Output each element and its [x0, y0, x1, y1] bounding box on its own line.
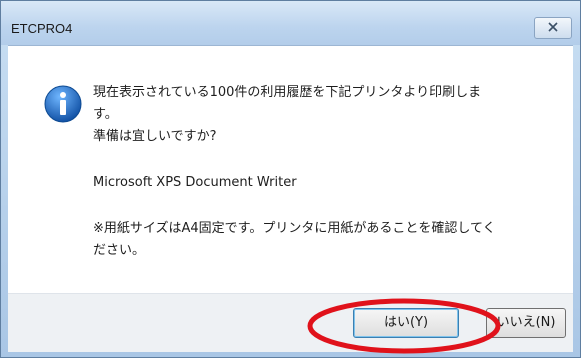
close-button[interactable] — [534, 17, 572, 39]
window-title: ETCPRO4 — [11, 21, 73, 36]
message-line-1: 現在表示されている100件の利用履歴を下記プリンタより印刷しま — [93, 85, 482, 100]
yes-button[interactable]: はい(Y) — [353, 308, 459, 338]
button-bar: はい(Y) いいえ(N) — [8, 293, 573, 352]
title-bar[interactable]: ETCPRO4 — [1, 1, 580, 45]
note-line-1: ※用紙サイズはA4固定です。プリンタに用紙があることを確認してく — [93, 221, 496, 236]
printer-name: Microsoft XPS Document Writer — [93, 175, 297, 190]
confirm-dialog: ETCPRO4 現在表示されている100件の利用履歴を下記プリンタより印刷しま … — [0, 0, 581, 358]
message-question: 準備は宜しいですか? — [93, 129, 217, 144]
info-icon — [43, 84, 83, 124]
message-area: 現在表示されている100件の利用履歴を下記プリンタより印刷しま す。 準備は宜し… — [8, 45, 573, 293]
note-line-2: ださい。 — [93, 243, 146, 258]
no-button[interactable]: いいえ(N) — [486, 308, 566, 338]
message-line-2: す。 — [93, 107, 118, 122]
close-icon — [548, 22, 558, 33]
